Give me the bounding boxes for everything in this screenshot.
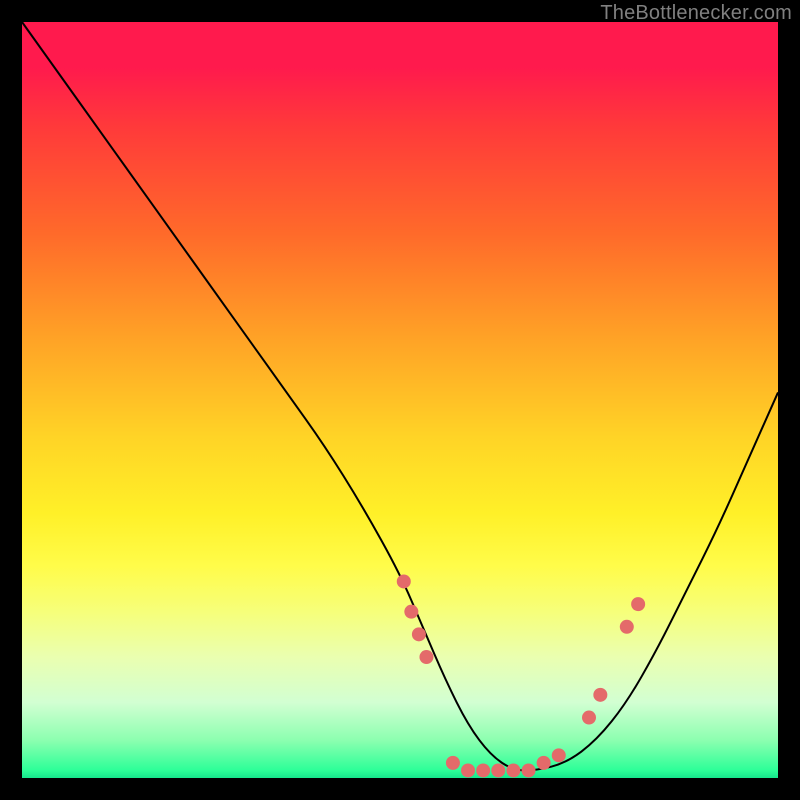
data-marker [537, 756, 551, 770]
data-marker [582, 711, 596, 725]
data-marker [631, 597, 645, 611]
data-marker [476, 763, 490, 777]
data-marker [419, 650, 433, 664]
data-marker [397, 574, 411, 588]
data-marker [552, 748, 566, 762]
watermark-text: TheBottlenecker.com [600, 2, 792, 25]
data-marker [593, 688, 607, 702]
plot-area [22, 22, 778, 778]
chart-frame: TheBottlenecker.com [0, 0, 800, 800]
data-marker [404, 605, 418, 619]
data-marker [620, 620, 634, 634]
bottleneck-curve [22, 22, 778, 770]
data-marker [506, 763, 520, 777]
data-markers [397, 574, 645, 777]
data-marker [491, 763, 505, 777]
data-marker [522, 763, 536, 777]
data-marker [446, 756, 460, 770]
data-marker [412, 627, 426, 641]
chart-svg [22, 22, 778, 778]
data-marker [461, 763, 475, 777]
